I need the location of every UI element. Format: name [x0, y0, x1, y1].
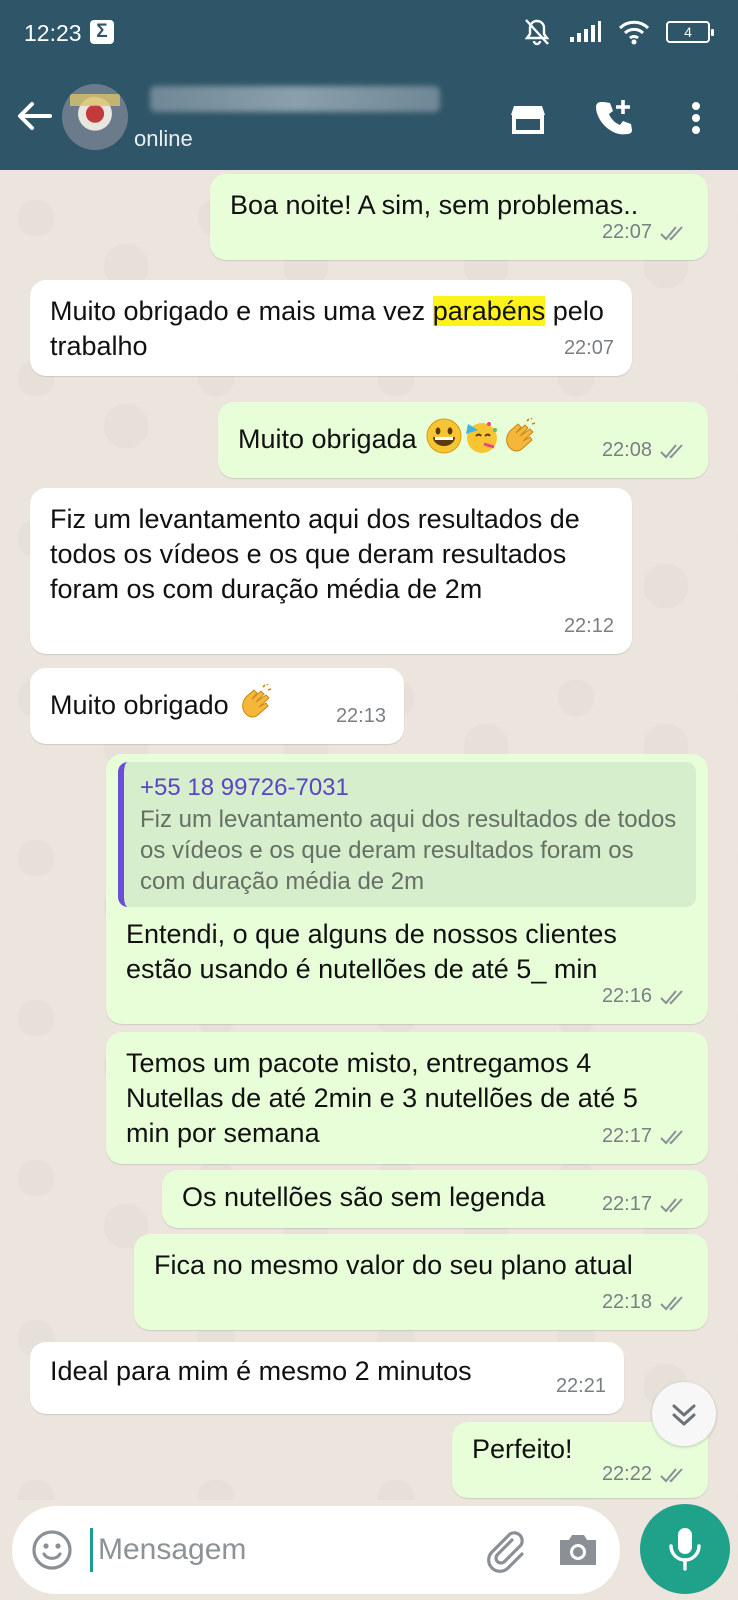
message-text: Fiz um levantamento aqui dos resultados … [50, 504, 580, 604]
wifi-icon [618, 20, 650, 45]
chevron-double-down-icon [672, 1404, 696, 1426]
emoji-icon[interactable] [30, 1528, 74, 1572]
signal-icon [570, 21, 601, 42]
message-meta: 22:22 [602, 1457, 690, 1492]
message-time: 22:17 [601, 1193, 652, 1215]
notification-sigma-icon: Σ [90, 20, 114, 44]
text-cursor [90, 1528, 93, 1572]
contact-avatar[interactable] [62, 84, 128, 150]
clapping-hands-icon [242, 684, 272, 718]
double-check-icon [660, 1295, 683, 1310]
battery-level: 4 [684, 24, 692, 40]
message-meta: 22:12 [564, 609, 614, 644]
message-meta: 22:18 [602, 1285, 690, 1320]
status-icons: 4 [522, 18, 714, 46]
message-meta: 22:16 [602, 979, 690, 1014]
message-meta: 22:21 [556, 1369, 606, 1404]
message-time: 22:08 [601, 439, 652, 461]
message-meta: 22:17 [602, 1187, 690, 1222]
battery-indicator: 4 [666, 21, 714, 43]
message-meta: 22:13 [336, 699, 386, 734]
message-text: Muito obrigado e mais uma vez [50, 296, 433, 326]
message-time: 22:13 [335, 705, 386, 727]
store-icon[interactable] [508, 98, 548, 138]
message-outgoing[interactable]: Os nutellões são sem legenda 22:17 [162, 1170, 708, 1228]
message-input[interactable] [98, 1524, 458, 1576]
message-time: 22:16 [601, 985, 652, 1007]
message-incoming[interactable]: Muito obrigado e mais uma vez parabéns p… [30, 280, 632, 376]
message-text: Muito obrigado [50, 690, 229, 720]
contact-name-blurred[interactable] [150, 86, 440, 112]
contact-status: online [134, 126, 193, 151]
camera-icon[interactable] [556, 1528, 600, 1572]
message-incoming[interactable]: Fiz um levantamento aqui dos resultados … [30, 488, 632, 654]
message-text: Entendi, o que alguns de nossos clientes… [126, 919, 617, 984]
message-text: Temos um pacote misto, entregamos 4 Nute… [126, 1048, 638, 1148]
arrow-left-icon[interactable] [14, 96, 54, 136]
double-check-icon [660, 225, 683, 240]
message-time: 22:07 [563, 337, 614, 359]
status-time: 12:23 [24, 20, 82, 46]
message-meta: 22:07 [564, 331, 614, 366]
double-check-icon [660, 989, 683, 1004]
grinning-face-icon [426, 418, 462, 454]
status-bar: 12:23 Σ 4 [0, 0, 738, 62]
add-call-icon[interactable] [595, 98, 635, 138]
more-vert-icon[interactable] [676, 98, 716, 138]
message-composer [12, 1506, 620, 1594]
double-check-icon [660, 1197, 683, 1212]
message-time: 22:22 [601, 1463, 652, 1485]
quoted-message[interactable]: +55 18 99726-7031 Fiz um levantamento aq… [118, 762, 696, 907]
double-check-icon [660, 1467, 683, 1482]
quote-text: Fiz um levantamento aqui dos resultados … [140, 806, 677, 895]
quote-sender: +55 18 99726-7031 [140, 774, 349, 801]
double-check-icon [660, 443, 683, 458]
partying-face-icon [466, 422, 498, 453]
message-time: 22:18 [601, 1291, 652, 1313]
mic-icon [669, 1528, 701, 1571]
mic-button[interactable] [640, 1504, 730, 1594]
clapping-hands-icon [506, 418, 536, 452]
message-meta: 22:08 [602, 433, 690, 468]
message-outgoing[interactable]: Muito obrigada 22:08 [218, 402, 708, 478]
chat-header: online [0, 70, 738, 170]
message-text: Os nutellões são sem legenda [182, 1182, 546, 1212]
mute-icon [524, 19, 550, 46]
message-time: 22:07 [601, 221, 652, 243]
paperclip-icon[interactable] [482, 1526, 530, 1574]
message-incoming[interactable]: Ideal para mim é mesmo 2 minutos 22:21 [30, 1342, 624, 1414]
chat-area[interactable]: Boa noite! A sim, sem problemas.. 22:07 … [0, 170, 738, 1500]
app-header-region: 12:23 Σ 4 online [0, 0, 738, 170]
message-time: 22:21 [555, 1375, 606, 1397]
message-outgoing[interactable]: Boa noite! A sim, sem problemas.. 22:07 [210, 174, 708, 260]
highlighted-word: parabéns [432, 296, 546, 326]
message-outgoing-reply[interactable]: +55 18 99726-7031 Fiz um levantamento aq… [106, 754, 708, 1024]
message-outgoing[interactable]: Temos um pacote misto, entregamos 4 Nute… [106, 1032, 708, 1164]
message-text: Boa noite! A sim, sem problemas.. [230, 190, 639, 220]
message-text: Fica no mesmo valor do seu plano atual [154, 1250, 633, 1280]
message-meta: 22:17 [602, 1119, 690, 1154]
message-time: 22:12 [563, 615, 614, 637]
message-text: Ideal para mim é mesmo 2 minutos [50, 1356, 472, 1386]
message-outgoing[interactable]: Fica no mesmo valor do seu plano atual 2… [134, 1234, 708, 1330]
scroll-to-bottom-button[interactable] [652, 1382, 716, 1446]
message-text: Muito obrigada [238, 424, 417, 454]
message-incoming[interactable]: Muito obrigado 22:13 [30, 668, 404, 744]
message-meta: 22:07 [602, 215, 690, 250]
message-time: 22:17 [601, 1125, 652, 1147]
double-check-icon [660, 1129, 683, 1144]
message-text: Perfeito! [472, 1434, 573, 1464]
